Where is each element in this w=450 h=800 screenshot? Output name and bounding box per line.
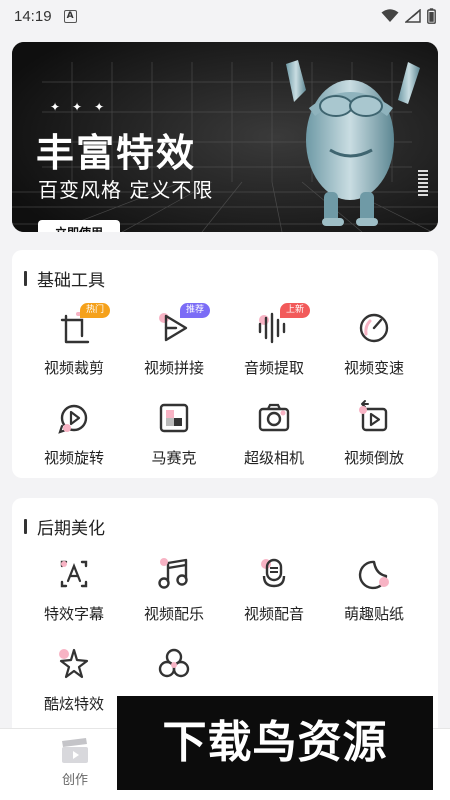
- tool-filter[interactable]: [124, 644, 224, 693]
- tool-label: 视频旋转: [43, 449, 104, 467]
- battery-icon: [427, 8, 436, 24]
- status-icons: [381, 8, 436, 24]
- section-title-post: 后期美化: [37, 519, 105, 539]
- tool-label: 视频变速: [343, 359, 404, 377]
- tool-video-crop[interactable]: 热门 视频裁剪: [24, 303, 124, 378]
- nav-create-label: 创作: [61, 773, 88, 788]
- subtitle-icon: [60, 560, 88, 588]
- reverse-play-icon: [359, 400, 388, 432]
- banner-title: 丰富特效: [36, 131, 197, 175]
- tool-video-reverse[interactable]: 视频倒放: [324, 398, 424, 468]
- circles-filter-icon: [158, 648, 190, 678]
- tool-label: 视频倒放: [343, 449, 404, 467]
- tool-video-music[interactable]: 视频配乐: [124, 554, 224, 624]
- music-note-icon: [158, 558, 188, 589]
- tag-new: 上新: [280, 303, 311, 318]
- clapperboard-icon: [62, 738, 88, 763]
- sparkle-star-icon: [59, 648, 89, 679]
- notification-a-icon: A: [63, 9, 77, 23]
- heading-accent-bar: [24, 519, 27, 534]
- section-title-basic: 基础工具: [37, 271, 105, 291]
- tool-label: 视频配乐: [143, 605, 204, 623]
- speedometer-icon: [359, 313, 389, 343]
- tool-label: 特效字幕: [43, 605, 104, 623]
- promo-banner[interactable]: ✦✦✦ 丰富特效 百变风格 定义不限 立即使用: [12, 42, 438, 232]
- sparkle-icons: ✦✦✦: [50, 100, 117, 114]
- tool-effect-subtitle[interactable]: 特效字幕: [24, 554, 124, 624]
- tool-label: 视频裁剪: [43, 359, 104, 377]
- banner-subtitle: 百变风格 定义不限: [38, 178, 214, 202]
- tool-label: 马赛克: [151, 449, 197, 467]
- character-illustration: [286, 60, 420, 226]
- tool-label: 超级相机: [243, 449, 304, 467]
- tool-video-dubbing[interactable]: 视频配音: [224, 554, 324, 624]
- status-bar: 14:19 A: [0, 0, 450, 32]
- tool-label: 萌趣贴纸: [343, 605, 404, 623]
- tag-recommend: 推荐: [180, 303, 211, 318]
- basic-tools-card: 基础工具 热门 视频裁剪 推荐 视频拼接 上新 音频提取 视频变速 视频旋转 马…: [12, 250, 438, 478]
- tool-cool-effects[interactable]: 酷炫特效: [24, 644, 124, 714]
- microphone-icon: [261, 558, 286, 588]
- signal-icon: [405, 9, 421, 23]
- section-heading-post: 后期美化: [24, 514, 105, 539]
- sticker-icon: [358, 560, 389, 590]
- status-time: 14:19: [14, 7, 52, 25]
- tag-hot: 热门: [80, 303, 111, 318]
- tool-label: 音频提取: [243, 359, 304, 377]
- tool-cute-sticker[interactable]: 萌趣贴纸: [324, 554, 424, 624]
- tool-label: 视频拼接: [143, 359, 204, 377]
- tool-video-speed[interactable]: 视频变速: [324, 308, 424, 378]
- nav-create[interactable]: 创作: [45, 737, 105, 788]
- tool-label: 酷炫特效: [43, 695, 104, 713]
- section-heading-basic: 基础工具: [24, 266, 105, 291]
- tool-video-rotate[interactable]: 视频旋转: [24, 398, 124, 468]
- heading-accent-bar: [24, 271, 27, 286]
- rotate-play-icon: [58, 404, 88, 434]
- wifi-icon: [381, 9, 399, 22]
- tool-video-splice[interactable]: 推荐 视频拼接: [124, 303, 224, 378]
- barcode-decoration: [418, 170, 428, 198]
- tool-super-camera[interactable]: 超级相机: [224, 398, 324, 468]
- watermark-banner: 下载鸟资源: [117, 696, 433, 790]
- tool-label: 视频配音: [243, 605, 304, 623]
- tool-mosaic[interactable]: 马赛克: [124, 398, 224, 468]
- camera-icon: [258, 403, 290, 432]
- mosaic-icon: [159, 403, 189, 433]
- tool-audio-extract[interactable]: 上新 音频提取: [224, 303, 324, 378]
- banner-use-now-button[interactable]: 立即使用: [38, 220, 120, 232]
